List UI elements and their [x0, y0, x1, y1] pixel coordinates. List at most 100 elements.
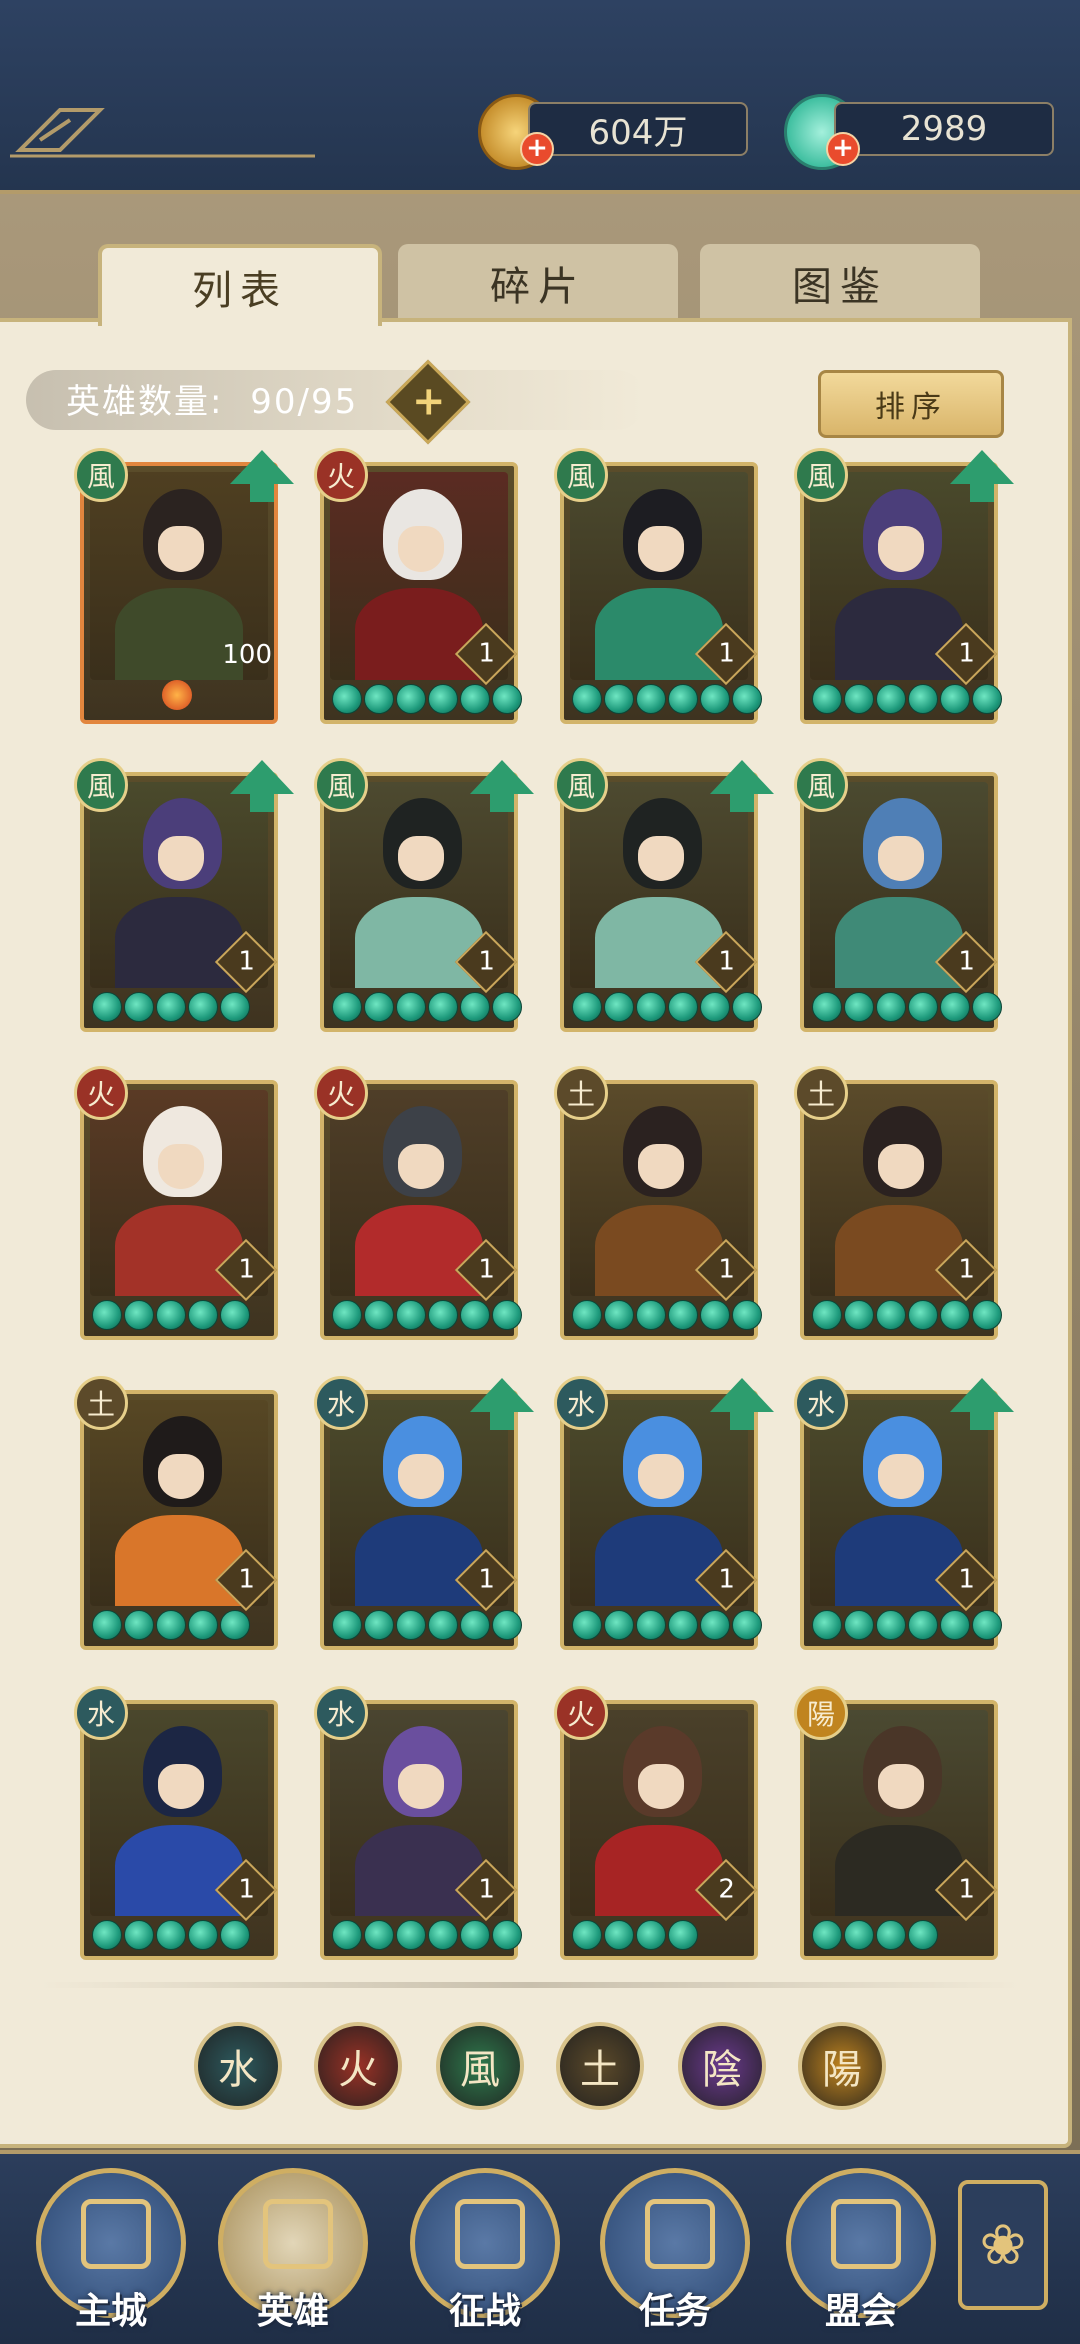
filter-earth-button[interactable]: 土: [556, 2022, 644, 2110]
coin-currency[interactable]: 604万 +: [478, 94, 748, 170]
hero-face: [397, 1143, 444, 1189]
hero-card[interactable]: 火1: [74, 1066, 278, 1340]
tab-list[interactable]: 列表: [98, 244, 382, 326]
hero-card[interactable]: 水1: [74, 1686, 278, 1960]
hero-card[interactable]: 火2: [554, 1686, 758, 1960]
star-row: [812, 684, 1002, 714]
add-coin-icon[interactable]: +: [520, 132, 554, 166]
element-badge: 土: [74, 1376, 128, 1430]
hero-face: [157, 1453, 204, 1499]
jade-star-icon: [812, 992, 842, 1022]
jade-star-icon: [92, 1920, 122, 1950]
jade-star-icon: [572, 1610, 602, 1640]
jade-currency[interactable]: 2989 +: [784, 94, 1054, 170]
top-bar: 604万 + 2989 +: [0, 0, 1080, 194]
jade-star-icon: [972, 684, 1002, 714]
filter-yang-button[interactable]: 陽: [798, 2022, 886, 2110]
nav-heroes-icon: [263, 2199, 333, 2269]
coin-amount: 604万: [528, 102, 748, 156]
add-jade-icon[interactable]: +: [826, 132, 860, 166]
hero-level: 1: [238, 1564, 255, 1595]
jade-star-icon: [332, 1610, 362, 1640]
jade-star-icon: [364, 1920, 394, 1950]
menu-button[interactable]: ❀: [958, 2180, 1048, 2310]
jade-star-icon: [364, 1300, 394, 1330]
jade-star-icon: [460, 1300, 490, 1330]
jade-star-icon: [188, 1300, 218, 1330]
jade-star-icon: [428, 1300, 458, 1330]
hero-card[interactable]: 土1: [74, 1376, 278, 1650]
hero-card[interactable]: 水1: [794, 1376, 1014, 1650]
hero-face: [877, 835, 924, 881]
jade-star-icon: [908, 1920, 938, 1950]
jade-star-icon: [220, 992, 250, 1022]
nav-tasks-label: 任务: [638, 2291, 711, 2332]
jade-star-icon: [428, 1920, 458, 1950]
jade-star-icon: [700, 1610, 730, 1640]
jade-star-icon: [636, 1920, 666, 1950]
tab-codex[interactable]: 图鉴: [700, 244, 980, 322]
filter-fire-button[interactable]: 火: [314, 2022, 402, 2110]
hero-card[interactable]: 風1: [314, 758, 534, 1032]
jade-star-icon: [668, 1300, 698, 1330]
filter-yin-button[interactable]: 陰: [678, 2022, 766, 2110]
jade-star-icon: [156, 1300, 186, 1330]
nav-main-city-icon: [81, 2199, 151, 2269]
jade-star-icon: [220, 1920, 250, 1950]
hero-card[interactable]: 風1: [794, 758, 1002, 1032]
hero-card[interactable]: 風 100: [74, 448, 294, 724]
jade-star-icon: [700, 684, 730, 714]
nav-alliance-icon: [831, 2199, 901, 2269]
hero-face: [157, 1143, 204, 1189]
hero-face: [157, 526, 204, 572]
hero-card[interactable]: 風1: [554, 758, 774, 1032]
tab-fragments[interactable]: 碎片: [398, 244, 678, 322]
sort-button[interactable]: 排序: [818, 370, 1004, 438]
nav-campaign-label: 征战: [448, 2291, 521, 2332]
hero-card[interactable]: 土1: [794, 1066, 1002, 1340]
hero-card[interactable]: 水1: [314, 1376, 534, 1650]
hero-outfit: [354, 897, 484, 988]
upgrade-arrow-icon: [470, 1378, 534, 1430]
hero-card[interactable]: 風1: [554, 448, 762, 724]
jade-star-icon: [972, 1610, 1002, 1640]
element-badge: 風: [794, 758, 848, 812]
hero-card[interactable]: 風1: [74, 758, 294, 1032]
jade-star-icon: [812, 1610, 842, 1640]
element-badge: 風: [74, 758, 128, 812]
jade-star-icon: [92, 992, 122, 1022]
jade-star-icon: [908, 1300, 938, 1330]
hero-level: 1: [238, 946, 255, 977]
filter-wind-button[interactable]: 風: [436, 2022, 524, 2110]
hero-level: 1: [238, 1874, 255, 1905]
filter-water-button[interactable]: 水: [194, 2022, 282, 2110]
hero-level: 1: [478, 1254, 495, 1285]
star-row: [332, 1610, 522, 1640]
jade-star-icon: [572, 1300, 602, 1330]
hero-card[interactable]: 土1: [554, 1066, 762, 1340]
hero-outfit: [594, 897, 724, 988]
jade-star-icon: [876, 1920, 906, 1950]
jade-star-icon: [332, 992, 362, 1022]
jade-star-icon: [908, 684, 938, 714]
hero-face: [157, 835, 204, 881]
hero-card[interactable]: 水1: [554, 1376, 774, 1650]
hero-face: [637, 1453, 684, 1499]
element-badge: 風: [794, 448, 848, 502]
jade-star-icon: [908, 1610, 938, 1640]
hero-outfit: [594, 1515, 724, 1606]
jade-star-icon: [492, 992, 522, 1022]
hero-card[interactable]: 火1: [314, 1066, 522, 1340]
jade-star-icon: [188, 1920, 218, 1950]
hero-card[interactable]: 陽1: [794, 1686, 998, 1960]
nav-tasks-icon: [645, 2199, 715, 2269]
hero-card[interactable]: 水1: [314, 1686, 522, 1960]
hero-card[interactable]: 風1: [794, 448, 1014, 724]
hero-outfit: [114, 897, 244, 988]
jade-star-icon: [940, 992, 970, 1022]
hero-card[interactable]: 火1: [314, 448, 522, 724]
element-badge: 火: [554, 1686, 608, 1740]
upgrade-arrow-icon: [470, 760, 534, 812]
hero-face: [637, 1763, 684, 1809]
hero-face: [397, 835, 444, 881]
